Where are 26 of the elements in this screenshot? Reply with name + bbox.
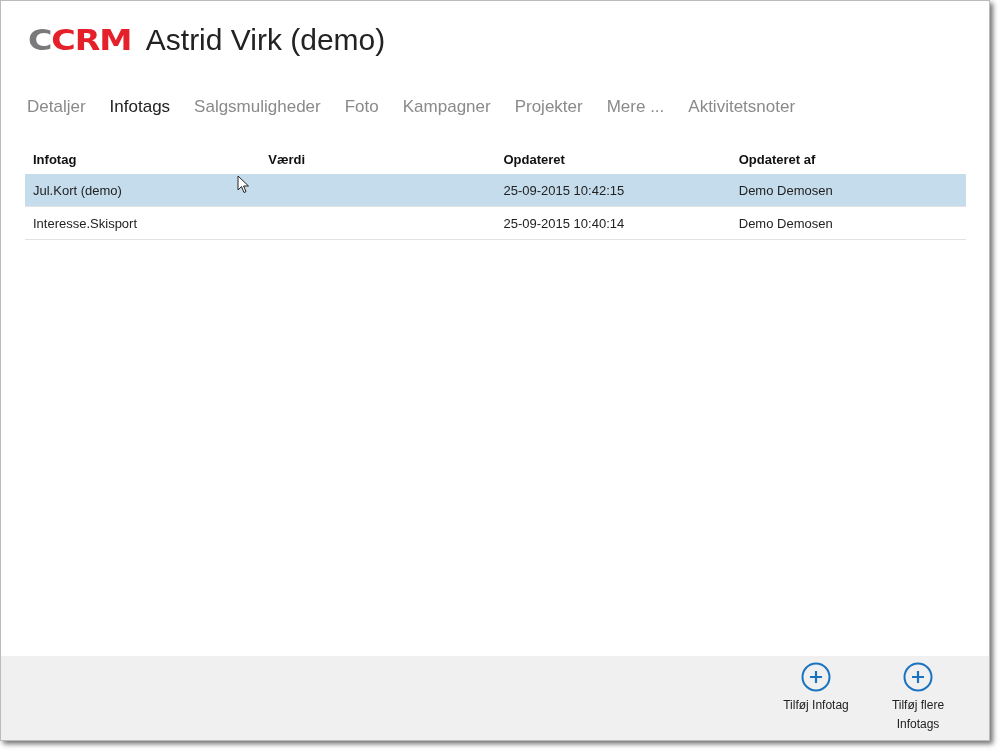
- tab[interactable]: Kampagner: [402, 97, 491, 117]
- column-header: Opdateret af: [730, 145, 966, 174]
- table-cell: Demo Demosen: [738, 182, 833, 198]
- mouse-pointer-icon: [237, 175, 250, 194]
- tab[interactable]: Foto: [344, 97, 379, 117]
- table-cell: 25-09-2015 10:42:15: [503, 182, 625, 198]
- table-cell: Jul.Kort (demo): [33, 182, 122, 198]
- table-cell: 25-09-2015 10:40:14: [503, 215, 625, 231]
- crm-logo: CCRM: [28, 23, 132, 57]
- tab[interactable]: Detaljer: [27, 97, 86, 117]
- tab[interactable]: Infotags: [109, 97, 171, 117]
- table-cell: Interesse.Skisport: [33, 215, 138, 231]
- tab[interactable]: Projekter: [514, 97, 583, 117]
- plus-circle-icon: [801, 662, 831, 692]
- tab[interactable]: Mere ...: [606, 97, 665, 117]
- column-header: Værdi: [260, 145, 496, 174]
- tab[interactable]: Aktivitetsnoter: [688, 97, 796, 117]
- column-header: Infotag: [25, 145, 261, 174]
- column-header: Opdateret: [495, 145, 731, 174]
- tab[interactable]: Salgsmuligheder: [194, 97, 321, 117]
- add-button[interactable]: Tilføj flere Infotags: [867, 656, 969, 740]
- record-title: Astrid Virk (demo): [145, 23, 386, 57]
- add-button[interactable]: Tilføj Infotag: [765, 656, 867, 740]
- table-cell: Demo Demosen: [738, 215, 833, 231]
- table-row[interactable]: Interesse.Skisport 25-09-2015 10:40:14 Demo Demosen: [25, 206, 966, 240]
- plus-circle-icon: [903, 662, 933, 692]
